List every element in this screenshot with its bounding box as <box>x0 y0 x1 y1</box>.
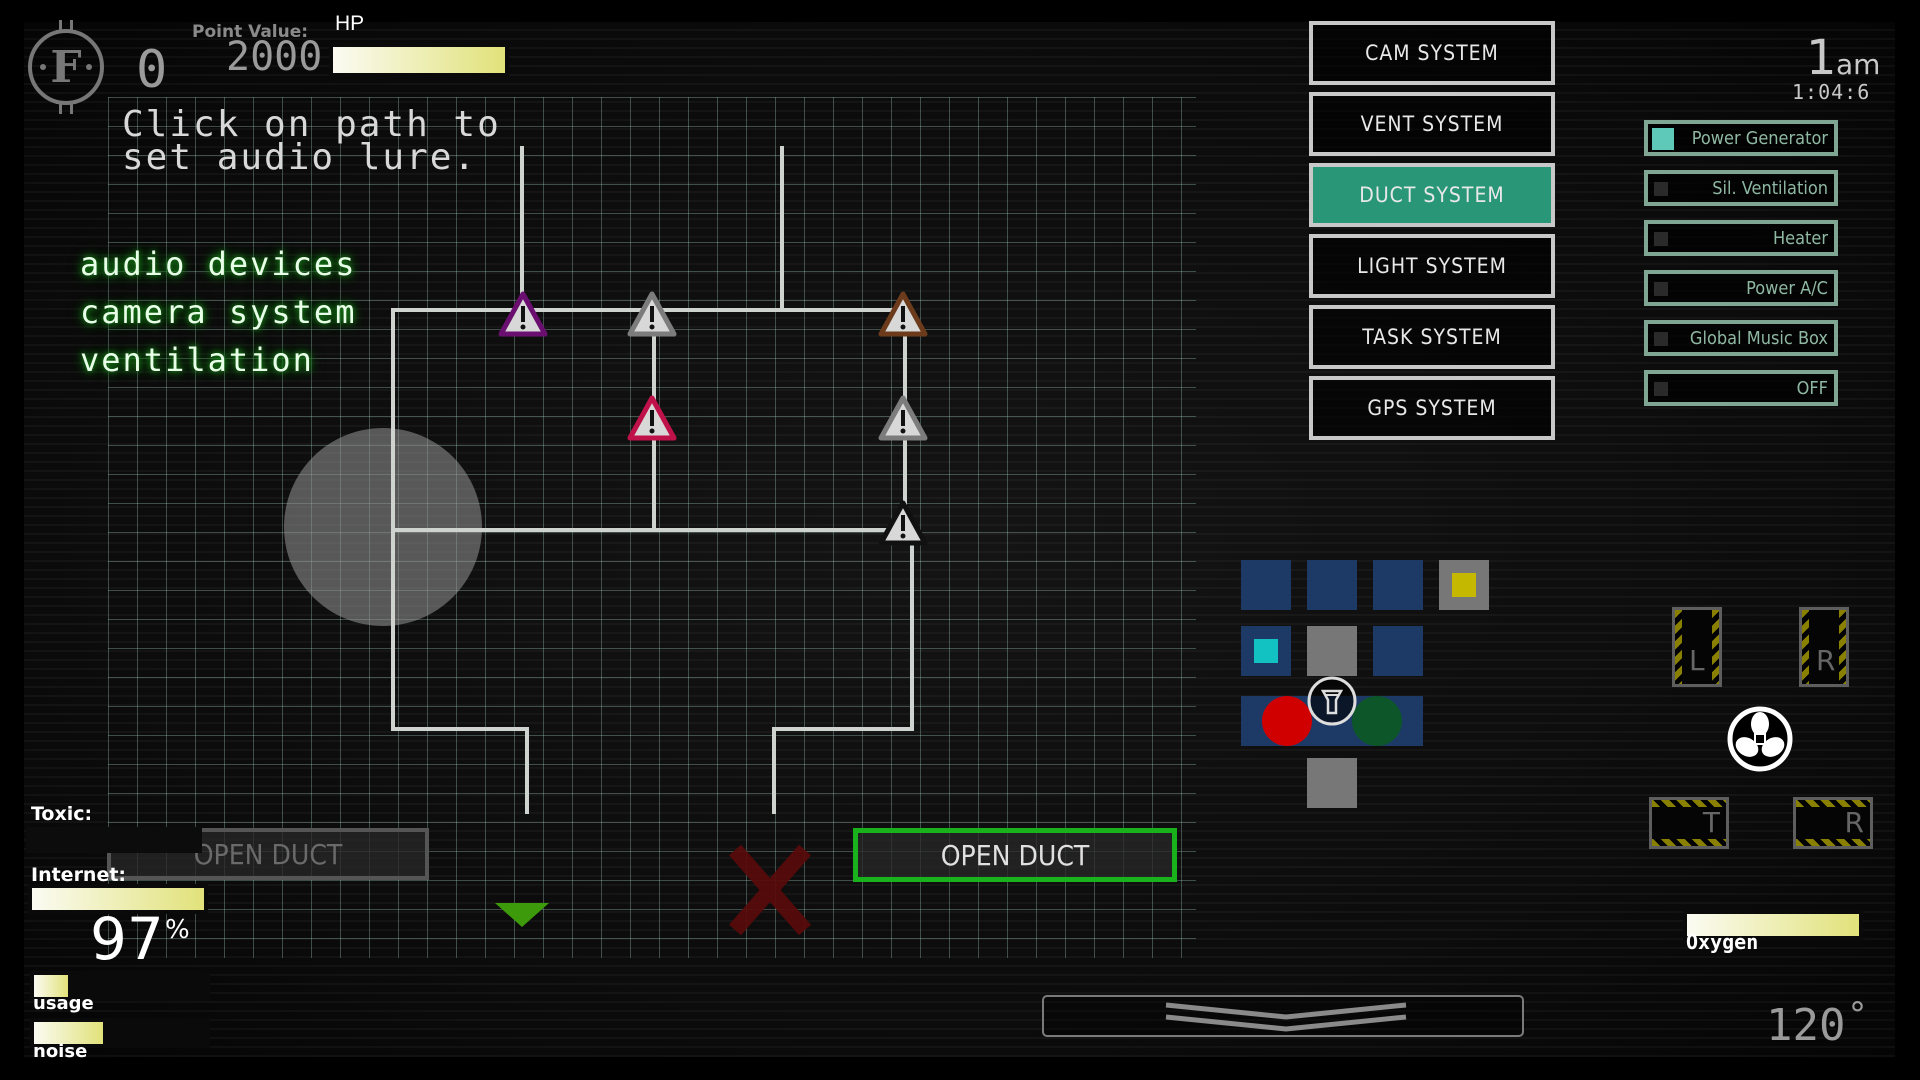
toggle-sil-ventilation[interactable]: Sil. Ventilation <box>1644 170 1838 206</box>
clock-ampm: am <box>1836 48 1881 81</box>
cam-system-button[interactable]: CAM SYSTEM <box>1309 21 1555 85</box>
fan-icon[interactable] <box>1727 706 1793 772</box>
toggle-indicator <box>1654 232 1668 246</box>
toggle-label: Power A/C <box>1746 277 1828 299</box>
office-room-occupied[interactable] <box>1307 626 1357 676</box>
red-door-light-icon[interactable] <box>1262 696 1312 746</box>
percent-sign: % <box>165 915 190 945</box>
top-vent-door-button[interactable]: T <box>1649 797 1729 849</box>
hp-label: HP <box>335 12 365 35</box>
office-room[interactable] <box>1241 626 1291 676</box>
duct-system-button[interactable]: DUCT SYSTEM <box>1309 163 1555 227</box>
monitor-toggle-bar[interactable] <box>1042 995 1524 1037</box>
temperature-value: 120 <box>1766 1000 1846 1051</box>
temperature-unit: ° <box>1849 995 1866 1035</box>
internet-percent: 97 <box>90 905 164 973</box>
clock-elapsed: 1:04:6 <box>1792 80 1871 104</box>
toggle-indicator <box>1652 128 1674 150</box>
mode-ventilation[interactable]: ventilation <box>76 336 360 384</box>
toggle-global-music-box[interactable]: Global Music Box <box>1644 320 1838 356</box>
open-duct-right-button[interactable]: OPEN DUCT <box>853 828 1177 882</box>
light-system-button[interactable]: LIGHT SYSTEM <box>1309 234 1555 298</box>
door-letter: T <box>1702 806 1720 839</box>
toggle-label: OFF <box>1796 377 1828 399</box>
clock-hour: 1 <box>1806 30 1837 86</box>
right-vent-door-button[interactable]: R <box>1793 797 1873 849</box>
office-room[interactable] <box>1373 560 1423 610</box>
hp-bar <box>329 43 509 77</box>
instructions-text: Click on path to set audio lure. <box>122 104 501 178</box>
flashlight-icon[interactable] <box>1307 676 1357 726</box>
mode-list: audio devices camera system ventilation <box>76 240 360 384</box>
score: 0 <box>136 40 168 100</box>
cyan-marker-icon <box>1254 639 1278 663</box>
toggle-indicator <box>1654 332 1668 346</box>
right-door-button[interactable]: R <box>1799 607 1849 687</box>
toggle-indicator <box>1654 382 1668 396</box>
toggle-indicator <box>1654 282 1668 296</box>
toggle-label: Power Generator <box>1691 127 1828 149</box>
hp-bar-fill <box>333 47 505 73</box>
toggle-heater[interactable]: Heater <box>1644 220 1838 256</box>
gps-system-button[interactable]: GPS SYSTEM <box>1309 376 1555 440</box>
yellow-marker-icon <box>1452 573 1476 597</box>
left-door-button[interactable]: L <box>1672 607 1722 687</box>
office-room-occupied[interactable] <box>1307 758 1357 808</box>
toggle-power-generator[interactable]: Power Generator <box>1644 120 1838 156</box>
task-system-button[interactable]: TASK SYSTEM <box>1309 305 1555 369</box>
toggle-label: Global Music Box <box>1689 327 1828 349</box>
oxygen-label: Oxygen <box>1686 930 1759 954</box>
office-room[interactable] <box>1307 560 1357 610</box>
vent-system-button[interactable]: VENT SYSTEM <box>1309 92 1555 156</box>
toggle-label: Sil. Ventilation <box>1712 177 1828 199</box>
toggle-power-ac[interactable]: Power A/C <box>1644 270 1838 306</box>
toggle-indicator <box>1654 182 1668 196</box>
svg-text:F: F <box>50 42 81 93</box>
toggle-label: Heater <box>1772 227 1828 249</box>
door-letter: R <box>1816 644 1836 677</box>
noise-label: noise <box>33 1041 88 1062</box>
toxic-bar <box>26 827 202 853</box>
usage-label: usage <box>33 993 94 1014</box>
door-letter: L <box>1689 644 1705 677</box>
point-value: 2000 <box>226 34 323 80</box>
office-room-occupied[interactable] <box>1439 560 1489 610</box>
mode-audio-devices[interactable]: audio devices <box>76 240 360 288</box>
office-room[interactable] <box>1241 560 1291 610</box>
faz-coin-icon: F <box>28 20 104 114</box>
mode-camera-system[interactable]: camera system <box>76 288 360 336</box>
internet-label: Internet: <box>31 864 127 886</box>
toggle-off[interactable]: OFF <box>1644 370 1838 406</box>
green-door-light-icon[interactable] <box>1352 696 1402 746</box>
toxic-label: Toxic: <box>31 803 93 825</box>
door-letter: R <box>1844 806 1864 839</box>
office-room[interactable] <box>1373 626 1423 676</box>
double-chevron-down-icon <box>1165 1002 1407 1032</box>
